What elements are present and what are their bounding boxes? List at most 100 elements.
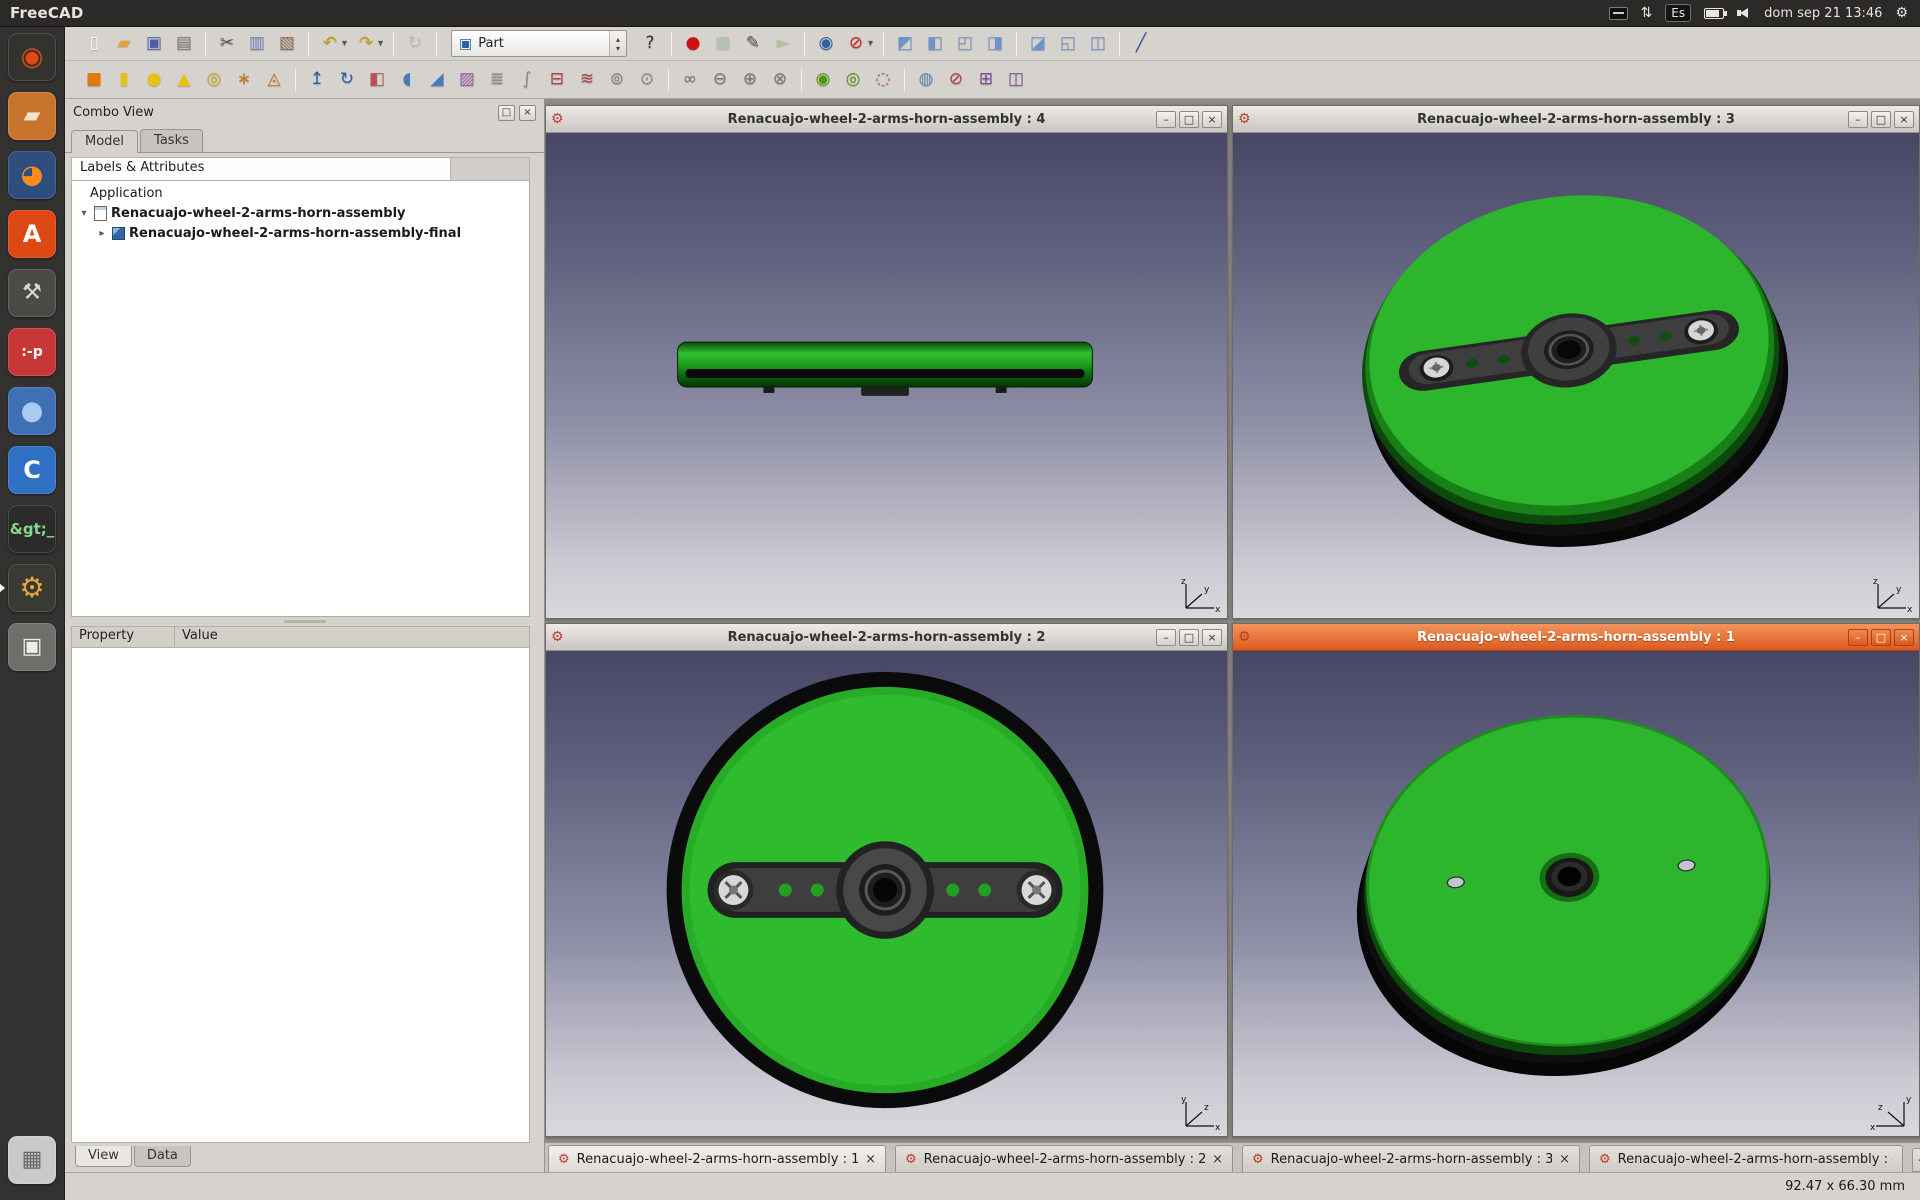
launcher-dash-home[interactable]: ◉: [8, 33, 56, 81]
view-left-icon[interactable]: ◫: [1083, 30, 1113, 58]
window-titlebar[interactable]: ⚙ Renacuajo-wheel-2-arms-horn-assembly :…: [546, 624, 1227, 651]
part-split-features-icon[interactable]: ◫: [1001, 66, 1031, 94]
tree-item-application[interactable]: Application: [72, 183, 529, 203]
part-check-geometry-icon[interactable]: ◍: [911, 66, 941, 94]
minimize-button[interactable]: –: [1156, 111, 1176, 128]
part-shapebuilder-icon[interactable]: ◬: [259, 66, 289, 94]
labels-attributes-header[interactable]: Labels & Attributes: [71, 157, 451, 181]
part-compound-icon[interactable]: ⊞: [971, 66, 1001, 94]
print-icon[interactable]: ▤: [169, 30, 199, 58]
redo-dropdown-icon[interactable]: ▾: [374, 30, 387, 58]
part-primitives-icon[interactable]: ∗: [229, 66, 259, 94]
macro-play-icon[interactable]: ►: [768, 30, 798, 58]
view-front-icon[interactable]: ◧: [920, 30, 950, 58]
maximize-button[interactable]: □: [1179, 111, 1199, 128]
viewport-3d-isometric-front[interactable]: zxy: [1233, 133, 1919, 618]
part-loft-icon[interactable]: ≣: [482, 66, 512, 94]
save-icon[interactable]: ▣: [139, 30, 169, 58]
whatsthis-icon[interactable]: ?: [635, 30, 665, 58]
doc-tab-2[interactable]: ⚙ Renacuajo-wheel-2-arms-horn-assembly :…: [895, 1145, 1233, 1172]
part-offset-icon[interactable]: ⊚: [602, 66, 632, 94]
part-sweep-icon[interactable]: ∫: [512, 66, 542, 94]
viewport-3d-top-view[interactable]: yxz: [546, 651, 1227, 1136]
tab-tasks[interactable]: Tasks: [140, 129, 203, 152]
doc-tab-3[interactable]: ⚙ Renacuajo-wheel-2-arms-horn-assembly :…: [1242, 1145, 1580, 1172]
undo-dropdown-icon[interactable]: ▾: [338, 30, 351, 58]
session-gear-icon[interactable]: ⚙: [1895, 5, 1908, 21]
window-titlebar[interactable]: ⚙ Renacuajo-wheel-2-arms-horn-assembly :…: [1233, 624, 1919, 651]
maximize-button[interactable]: □: [1871, 111, 1891, 128]
panel-float-button[interactable]: □: [498, 105, 515, 121]
part-cross-sections-icon[interactable]: ≋: [572, 66, 602, 94]
panel-close-button[interactable]: ×: [519, 105, 536, 121]
close-button[interactable]: ×: [1202, 111, 1222, 128]
updown-arrows-icon[interactable]: ⇅: [1641, 5, 1653, 21]
doc-tab-4[interactable]: ⚙ Renacuajo-wheel-2-arms-horn-assembly :…: [1589, 1145, 1903, 1172]
tab-view[interactable]: View: [75, 1146, 132, 1167]
launcher-app-window[interactable]: ▣: [8, 623, 56, 671]
copy-icon[interactable]: ▥: [242, 30, 272, 58]
minimize-button[interactable]: –: [1156, 629, 1176, 646]
launcher-system-tools[interactable]: ⚒: [8, 269, 56, 317]
paste-icon[interactable]: ▧: [272, 30, 302, 58]
part-fillet-icon[interactable]: ◖: [392, 66, 422, 94]
part-box-icon[interactable]: ■: [79, 66, 109, 94]
workbench-selector[interactable]: ▣ Part ▴ ▾: [451, 30, 627, 57]
tree-item-assembly[interactable]: ▾ Renacuajo-wheel-2-arms-horn-assembly: [72, 203, 529, 223]
expander-open-icon[interactable]: ▾: [78, 208, 90, 219]
zoom-fit-icon[interactable]: ◉: [811, 30, 841, 58]
part-boolean-icon[interactable]: ∞: [675, 66, 705, 94]
tab-close-icon[interactable]: ×: [1559, 1152, 1570, 1167]
draw-style-dropdown-icon[interactable]: ▾: [864, 30, 877, 58]
launcher-blue-sphere-app[interactable]: ●: [8, 387, 56, 435]
part-join-embed-icon[interactable]: ◎: [838, 66, 868, 94]
close-button[interactable]: ×: [1894, 629, 1914, 646]
part-ruled-surface-icon[interactable]: ▨: [452, 66, 482, 94]
launcher-messenger[interactable]: :-p: [8, 328, 56, 376]
part-cut-icon[interactable]: ⊖: [705, 66, 735, 94]
part-union-icon[interactable]: ⊕: [735, 66, 765, 94]
launcher-terminal[interactable]: &gt;_: [8, 505, 56, 553]
minimize-button[interactable]: –: [1848, 629, 1868, 646]
measure-linear-icon[interactable]: ╱: [1126, 30, 1156, 58]
cut-icon[interactable]: ✂: [212, 30, 242, 58]
view-rear-icon[interactable]: ◪: [1023, 30, 1053, 58]
part-intersection-icon[interactable]: ⊗: [765, 66, 795, 94]
new-file-icon[interactable]: ▯: [79, 30, 109, 58]
model-tree[interactable]: Application ▾ Renacuajo-wheel-2-arms-hor…: [71, 181, 530, 617]
open-folder-icon[interactable]: ▰: [109, 30, 139, 58]
doc-tab-1[interactable]: ⚙ Renacuajo-wheel-2-arms-horn-assembly :…: [548, 1145, 886, 1172]
window-titlebar[interactable]: ⚙ Renacuajo-wheel-2-arms-horn-assembly :…: [1233, 106, 1919, 133]
launcher-software-a[interactable]: A: [8, 210, 56, 258]
part-mirror-icon[interactable]: ◧: [362, 66, 392, 94]
part-cylinder-icon[interactable]: ▮: [109, 66, 139, 94]
macro-stop-icon[interactable]: ■: [708, 30, 738, 58]
part-cone-icon[interactable]: ▲: [169, 66, 199, 94]
panel-splitter[interactable]: [65, 617, 544, 626]
viewport-3d-isometric-back[interactable]: yxz: [1233, 651, 1919, 1136]
part-extrude-icon[interactable]: ↥: [302, 66, 332, 94]
part-join-cutout-icon[interactable]: ◌: [868, 66, 898, 94]
clock[interactable]: dom sep 21 13:46: [1764, 6, 1882, 21]
volume-icon[interactable]: [1737, 7, 1751, 19]
launcher-c-app[interactable]: C: [8, 446, 56, 494]
close-button[interactable]: ×: [1894, 111, 1914, 128]
viewport-3d-side-view[interactable]: zxy: [546, 133, 1227, 618]
maximize-button[interactable]: □: [1871, 629, 1891, 646]
keyboard-indicator-icon[interactable]: [1609, 7, 1628, 20]
launcher-firefox[interactable]: ◕: [8, 151, 56, 199]
close-button[interactable]: ×: [1202, 629, 1222, 646]
part-defeaturing-icon[interactable]: ⊘: [941, 66, 971, 94]
macro-edit-icon[interactable]: ✎: [738, 30, 768, 58]
property-table-body[interactable]: [71, 648, 530, 1143]
part-thickness-icon[interactable]: ⊙: [632, 66, 662, 94]
window-titlebar[interactable]: ⚙ Renacuajo-wheel-2-arms-horn-assembly :…: [546, 106, 1227, 133]
view-axonometric-icon[interactable]: ◩: [890, 30, 920, 58]
part-section-icon[interactable]: ⊟: [542, 66, 572, 94]
keyboard-layout-badge[interactable]: Es: [1665, 4, 1691, 22]
workbench-dropdown-arrows[interactable]: ▴ ▾: [609, 31, 626, 56]
maximize-button[interactable]: □: [1179, 629, 1199, 646]
tab-close-icon[interactable]: ×: [865, 1152, 876, 1167]
part-join-connect-icon[interactable]: ◉: [808, 66, 838, 94]
battery-icon[interactable]: [1704, 8, 1724, 19]
